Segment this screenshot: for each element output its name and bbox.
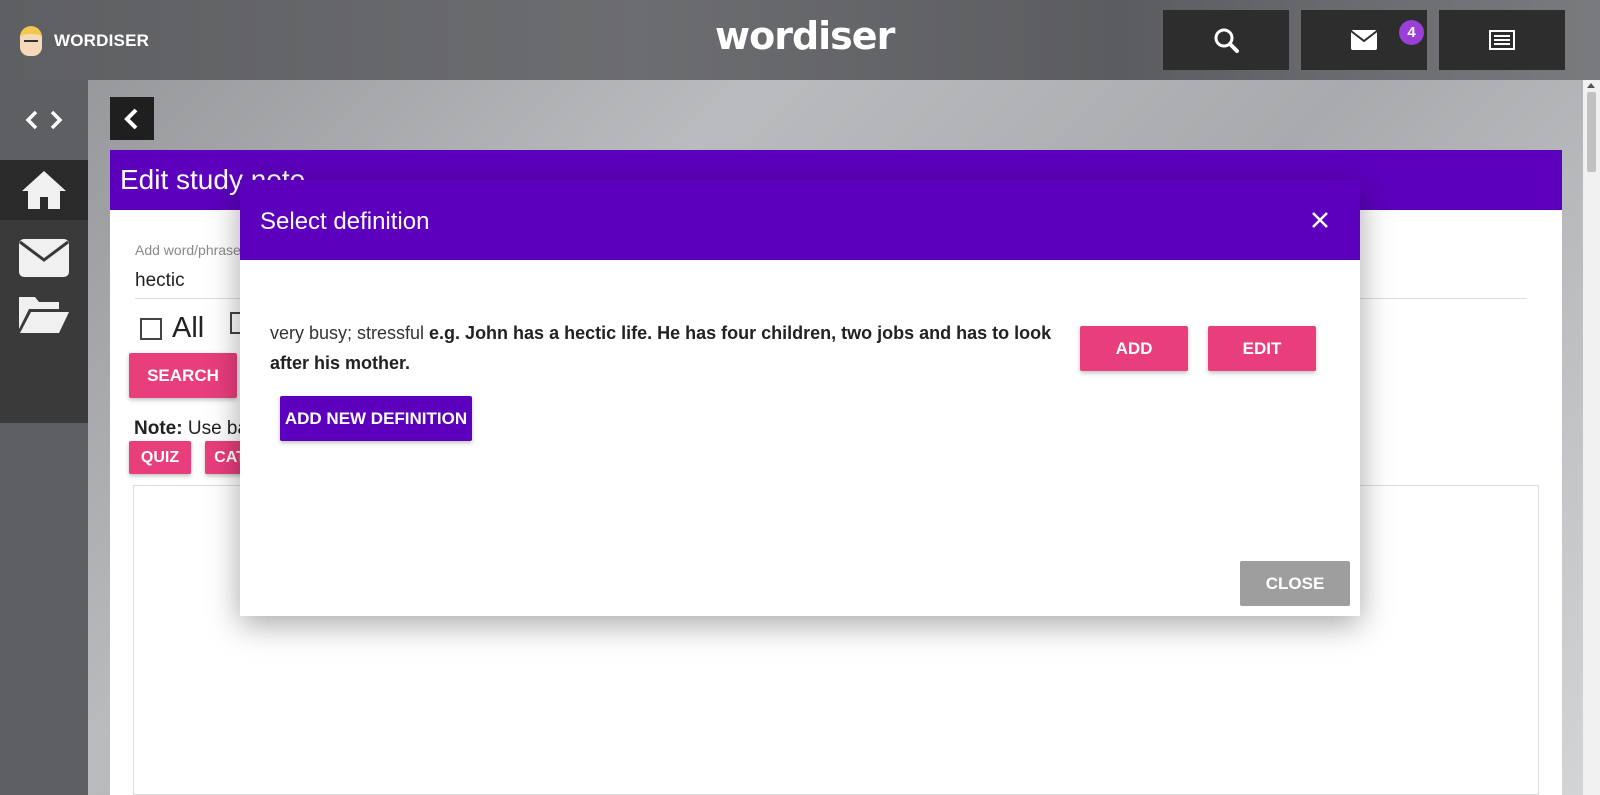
search-button[interactable]: SEARCH (129, 353, 237, 398)
list-icon (1489, 30, 1515, 50)
checkbox-all-label: All (172, 312, 205, 344)
sidebar-item-home[interactable] (0, 160, 88, 220)
sidebar-menu (0, 160, 88, 423)
definition-meaning: very busy; stressful (270, 323, 430, 343)
select-definition-dialog: Select definition very busy; stressful e… (240, 180, 1360, 616)
add-definition-button[interactable]: ADD (1080, 326, 1188, 371)
messages-button[interactable]: 4 (1301, 10, 1427, 70)
sidebar-item-folder[interactable] (0, 284, 88, 344)
back-button[interactable] (110, 97, 154, 140)
close-button[interactable]: CLOSE (1240, 561, 1350, 606)
sidebar-item-messages[interactable] (0, 228, 88, 288)
word-input[interactable]: hectic (135, 270, 185, 292)
add-new-definition-button[interactable]: ADD NEW DEFINITION (280, 396, 472, 441)
mail-icon (19, 239, 69, 277)
code-icon (25, 110, 63, 130)
quiz-button[interactable]: QUIZ (129, 441, 191, 474)
top-bar: WORDISER wordiser 4 (0, 0, 1600, 80)
brand[interactable]: WORDISER (20, 26, 149, 56)
search-button[interactable] (1163, 10, 1289, 70)
search-icon (1214, 28, 1239, 53)
folder-open-icon (19, 297, 69, 333)
notes-button[interactable] (1439, 10, 1565, 70)
close-icon[interactable] (1308, 208, 1332, 232)
checkbox-all[interactable] (140, 317, 162, 340)
edit-definition-button[interactable]: EDIT (1208, 326, 1316, 371)
note-text: Note: Use ba (134, 418, 248, 440)
scroll-up-arrow[interactable] (1587, 83, 1595, 88)
dialog-title: Select definition (260, 208, 430, 235)
scrollbar-thumb[interactable] (1587, 92, 1596, 172)
sidebar-toggle[interactable] (0, 80, 88, 160)
dialog-header: Select definition (240, 180, 1360, 260)
home-icon (22, 171, 66, 209)
word-field-label: Add word/phrase (135, 242, 241, 258)
chevron-left-icon (124, 108, 138, 129)
note-label: Note: (134, 418, 183, 439)
definition-text: very busy; stressful e.g. John has a hec… (270, 318, 1070, 378)
sidebar (0, 80, 88, 795)
scrollbar[interactable] (1583, 80, 1600, 795)
unread-badge: 4 (1399, 20, 1424, 45)
logo: wordiser (715, 14, 895, 58)
checkbox-all-row[interactable]: All (140, 312, 204, 345)
mail-icon (1350, 30, 1378, 50)
brand-name: WORDISER (54, 31, 150, 50)
avatar (20, 26, 42, 56)
